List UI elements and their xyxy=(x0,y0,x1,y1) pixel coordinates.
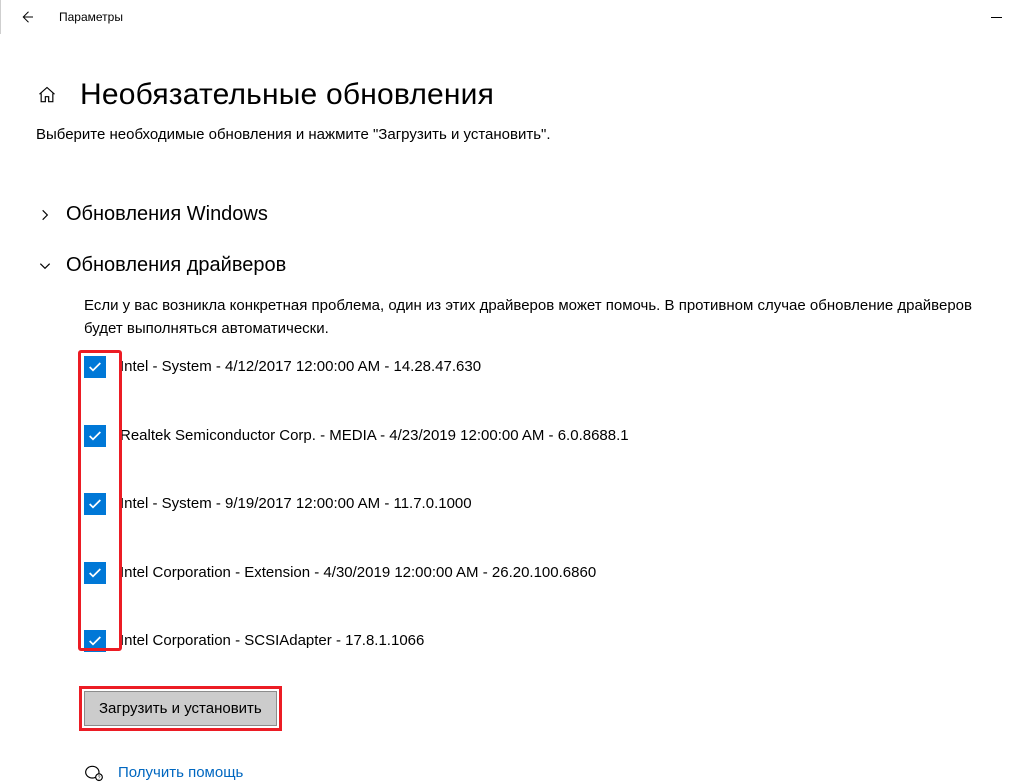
page-subtitle: Выберите необходимые обновления и нажмит… xyxy=(36,126,1024,143)
driver-checkbox[interactable] xyxy=(84,562,106,584)
download-install-button[interactable]: Загрузить и установить xyxy=(84,691,277,726)
home-button[interactable] xyxy=(36,84,58,106)
help-icon: ? xyxy=(84,763,104,783)
driver-label: Intel - System - 4/12/2017 12:00:00 AM -… xyxy=(120,356,481,379)
driver-label: Intel Corporation - SCSIAdapter - 17.8.1… xyxy=(120,630,424,653)
driver-item: Intel - System - 4/12/2017 12:00:00 AM -… xyxy=(84,356,1006,379)
back-button[interactable] xyxy=(7,8,47,26)
minimize-icon xyxy=(991,17,1002,18)
check-icon xyxy=(87,565,103,581)
driver-item: Intel Corporation - SCSIAdapter - 17.8.1… xyxy=(84,630,1006,653)
section-driver-updates[interactable]: Обновления драйверов xyxy=(36,254,1024,277)
driver-item: Realtek Semiconductor Corp. - MEDIA - 4/… xyxy=(84,425,1006,448)
driver-checkbox[interactable] xyxy=(84,630,106,652)
driver-label: Intel - System - 9/19/2017 12:00:00 AM -… xyxy=(120,493,472,516)
titlebar: Параметры xyxy=(0,0,1024,34)
section-label: Обновления Windows xyxy=(66,203,268,226)
window-title: Параметры xyxy=(59,10,123,24)
driver-checkbox[interactable] xyxy=(84,356,106,378)
driver-section-description: Если у вас возникла конкретная проблема,… xyxy=(84,295,1006,340)
page-title: Необязательные обновления xyxy=(80,78,494,112)
chevron-down-icon xyxy=(36,259,54,273)
driver-item: Intel Corporation - Extension - 4/30/201… xyxy=(84,562,1006,585)
driver-label: Realtek Semiconductor Corp. - MEDIA - 4/… xyxy=(120,425,629,448)
arrow-left-icon xyxy=(18,8,36,26)
check-icon xyxy=(87,496,103,512)
section-windows-updates[interactable]: Обновления Windows xyxy=(36,203,1024,226)
driver-checkbox[interactable] xyxy=(84,425,106,447)
check-icon xyxy=(87,359,103,375)
section-label: Обновления драйверов xyxy=(66,254,286,277)
driver-list: Intel - System - 4/12/2017 12:00:00 AM -… xyxy=(84,356,1006,653)
driver-item: Intel - System - 9/19/2017 12:00:00 AM -… xyxy=(84,493,1006,516)
minimize-button[interactable] xyxy=(976,2,1016,32)
check-icon xyxy=(87,633,103,649)
home-icon xyxy=(37,85,57,105)
get-help-link[interactable]: Получить помощь xyxy=(118,762,243,784)
chevron-right-icon xyxy=(36,208,54,222)
driver-checkbox[interactable] xyxy=(84,493,106,515)
svg-text:?: ? xyxy=(98,775,101,781)
check-icon xyxy=(87,428,103,444)
driver-label: Intel Corporation - Extension - 4/30/201… xyxy=(120,562,596,585)
